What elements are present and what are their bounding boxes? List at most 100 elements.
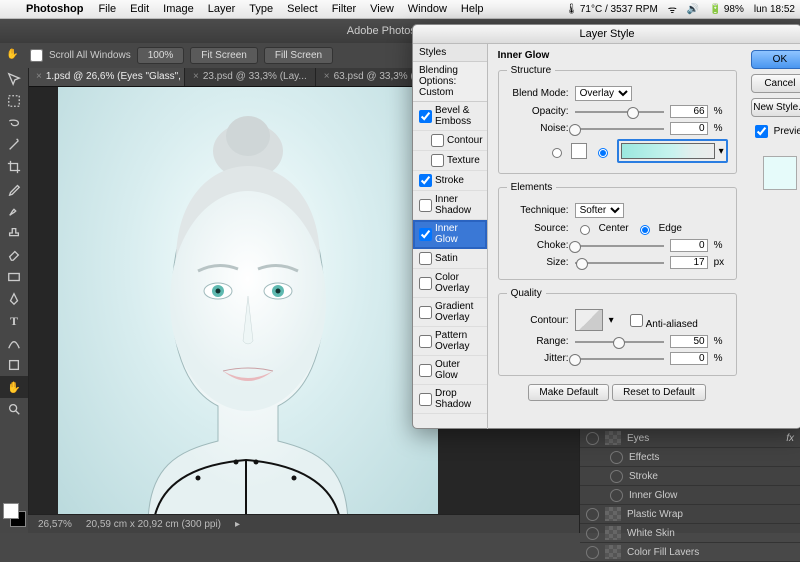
gradient-tool-icon[interactable] bbox=[0, 266, 28, 288]
zoom-100-button[interactable]: 100% bbox=[137, 47, 185, 64]
style-item-satin[interactable]: Satin bbox=[413, 249, 487, 269]
style-item-bevel-emboss[interactable]: Bevel & Emboss bbox=[413, 102, 487, 131]
menu-filter[interactable]: Filter bbox=[325, 3, 363, 15]
chevron-down-icon[interactable]: ▾ bbox=[719, 146, 724, 157]
path-tool-icon[interactable] bbox=[0, 332, 28, 354]
hand-tool-icon[interactable]: ✋ bbox=[0, 376, 28, 398]
fill-screen-button[interactable]: Fill Screen bbox=[264, 47, 333, 64]
contour-swatch[interactable] bbox=[575, 309, 603, 331]
status-clock[interactable]: lun 18:52 bbox=[749, 4, 800, 15]
chevron-down-icon[interactable]: ▾ bbox=[609, 315, 614, 326]
layer-row[interactable]: White Skin bbox=[580, 524, 800, 543]
style-item-checkbox[interactable] bbox=[419, 364, 432, 377]
size-input[interactable] bbox=[670, 256, 708, 269]
scroll-all-windows-checkbox[interactable]: Scroll All Windows bbox=[26, 46, 131, 65]
anti-aliased-checkbox[interactable]: Anti-aliased bbox=[626, 311, 698, 330]
visibility-eye-icon[interactable] bbox=[610, 470, 623, 483]
range-input[interactable] bbox=[670, 335, 708, 348]
style-item-checkbox[interactable] bbox=[419, 277, 432, 290]
menu-file[interactable]: File bbox=[91, 3, 123, 15]
source-center-radio[interactable] bbox=[580, 225, 590, 235]
document-tab[interactable]: ×1.psd @ 26,6% (Eyes "Glass", RGB/8) * bbox=[28, 68, 185, 86]
size-slider[interactable] bbox=[575, 258, 664, 268]
choke-slider[interactable] bbox=[575, 241, 664, 251]
style-item-checkbox[interactable] bbox=[419, 306, 432, 319]
glow-color-swatch[interactable] bbox=[571, 143, 587, 159]
menu-view[interactable]: View bbox=[363, 3, 401, 15]
status-battery[interactable]: 🔋98% bbox=[704, 4, 748, 15]
visibility-eye-icon[interactable] bbox=[586, 508, 599, 521]
noise-slider[interactable] bbox=[575, 124, 664, 134]
style-item-inner-glow[interactable]: Inner Glow bbox=[413, 220, 487, 249]
glow-gradient-radio[interactable] bbox=[598, 148, 608, 158]
crop-tool-icon[interactable] bbox=[0, 156, 28, 178]
opacity-slider[interactable] bbox=[575, 107, 664, 117]
wand-tool-icon[interactable] bbox=[0, 134, 28, 156]
ok-button[interactable]: OK bbox=[751, 50, 800, 69]
close-icon[interactable]: × bbox=[324, 68, 330, 86]
eraser-tool-icon[interactable] bbox=[0, 244, 28, 266]
new-style-button[interactable]: New Style... bbox=[751, 98, 800, 117]
jitter-slider[interactable] bbox=[575, 354, 664, 364]
visibility-eye-icon[interactable] bbox=[610, 451, 623, 464]
style-item-checkbox[interactable] bbox=[419, 174, 432, 187]
move-tool-icon[interactable] bbox=[0, 68, 28, 90]
menubar-app-name[interactable]: Photoshop bbox=[18, 3, 91, 15]
style-item-checkbox[interactable] bbox=[419, 110, 432, 123]
brush-tool-icon[interactable] bbox=[0, 200, 28, 222]
shape-tool-icon[interactable] bbox=[0, 354, 28, 376]
color-swatches[interactable] bbox=[0, 499, 28, 533]
menu-help[interactable]: Help bbox=[454, 3, 491, 15]
document-canvas[interactable] bbox=[58, 86, 438, 515]
style-item-checkbox[interactable] bbox=[419, 228, 432, 241]
style-item-pattern-overlay[interactable]: Pattern Overlay bbox=[413, 327, 487, 356]
glow-solid-radio[interactable] bbox=[552, 148, 562, 158]
visibility-eye-icon[interactable] bbox=[586, 527, 599, 540]
make-default-button[interactable]: Make Default bbox=[528, 384, 609, 401]
menu-image[interactable]: Image bbox=[156, 3, 201, 15]
menu-layer[interactable]: Layer bbox=[201, 3, 243, 15]
menu-select[interactable]: Select bbox=[280, 3, 325, 15]
status-chevron-icon[interactable]: ▸ bbox=[235, 519, 240, 530]
menu-type[interactable]: Type bbox=[242, 3, 280, 15]
opacity-input[interactable] bbox=[670, 105, 708, 118]
style-item-checkbox[interactable] bbox=[431, 134, 444, 147]
style-item-checkbox[interactable] bbox=[431, 154, 444, 167]
technique-select[interactable]: Softer bbox=[575, 203, 624, 218]
style-item-stroke[interactable]: Stroke bbox=[413, 171, 487, 191]
visibility-eye-icon[interactable] bbox=[586, 432, 599, 445]
pen-tool-icon[interactable] bbox=[0, 288, 28, 310]
marquee-tool-icon[interactable] bbox=[0, 90, 28, 112]
style-item-checkbox[interactable] bbox=[419, 335, 432, 348]
layer-row[interactable]: Plastic Wrap bbox=[580, 505, 800, 524]
layer-row[interactable]: Eyesfx bbox=[580, 429, 800, 448]
style-item-gradient-overlay[interactable]: Gradient Overlay bbox=[413, 298, 487, 327]
zoom-tool-icon[interactable] bbox=[0, 398, 28, 420]
layer-row[interactable]: Stroke bbox=[580, 467, 800, 486]
status-volume-icon[interactable]: 🔊 bbox=[682, 4, 704, 15]
noise-input[interactable] bbox=[670, 122, 708, 135]
style-item-texture[interactable]: Texture bbox=[413, 151, 487, 171]
cancel-button[interactable]: Cancel bbox=[751, 74, 800, 93]
blend-mode-select[interactable]: Overlay bbox=[575, 86, 632, 101]
layer-row[interactable]: Inner Glow bbox=[580, 486, 800, 505]
type-tool-icon[interactable]: T bbox=[0, 310, 28, 332]
layer-row[interactable]: Color Fill Lavers bbox=[580, 543, 800, 562]
lasso-tool-icon[interactable] bbox=[0, 112, 28, 134]
reset-default-button[interactable]: Reset to Default bbox=[612, 384, 706, 401]
close-icon[interactable]: × bbox=[36, 68, 42, 86]
blending-options-item[interactable]: Blending Options: Custom bbox=[413, 62, 487, 102]
styles-header[interactable]: Styles bbox=[413, 44, 487, 62]
choke-input[interactable] bbox=[670, 239, 708, 252]
style-item-color-overlay[interactable]: Color Overlay bbox=[413, 269, 487, 298]
glow-gradient-swatch[interactable] bbox=[621, 143, 715, 159]
eyedropper-tool-icon[interactable] bbox=[0, 178, 28, 200]
range-slider[interactable] bbox=[575, 337, 664, 347]
jitter-input[interactable] bbox=[670, 352, 708, 365]
style-item-contour[interactable]: Contour bbox=[413, 131, 487, 151]
style-item-checkbox[interactable] bbox=[419, 393, 432, 406]
layer-row[interactable]: Effects bbox=[580, 448, 800, 467]
source-edge-radio[interactable] bbox=[640, 225, 650, 235]
visibility-eye-icon[interactable] bbox=[610, 489, 623, 502]
fit-screen-button[interactable]: Fit Screen bbox=[190, 47, 258, 64]
